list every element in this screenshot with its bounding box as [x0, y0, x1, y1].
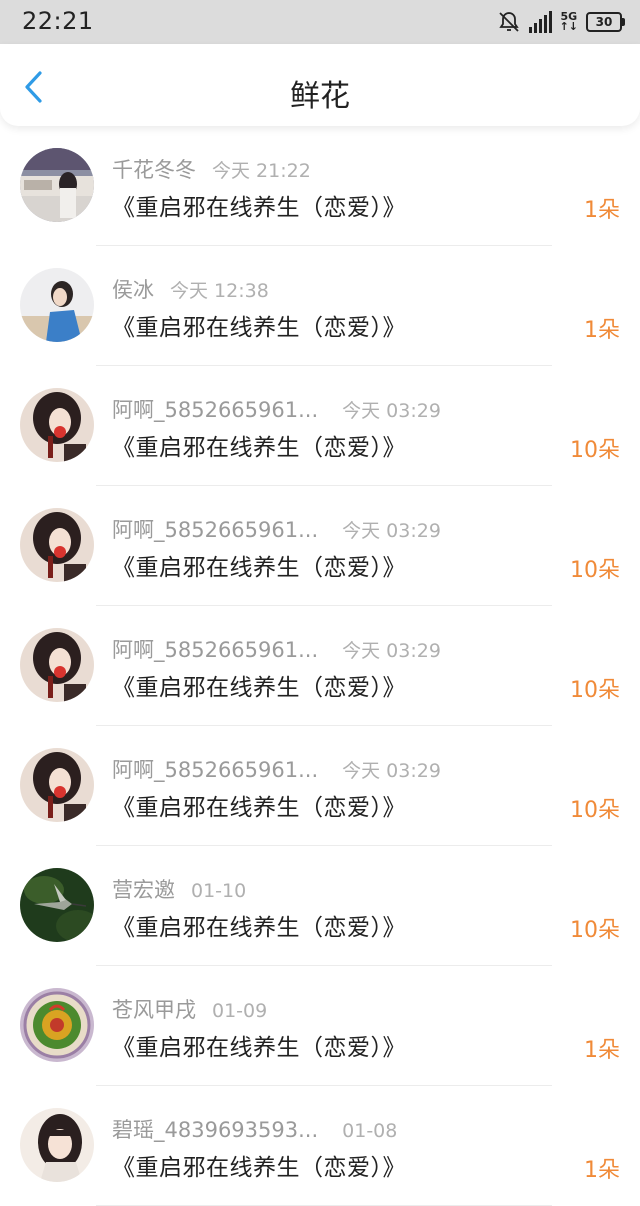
user-name[interactable]: 阿啊_5852665961... — [112, 634, 318, 664]
list-item[interactable]: 阿啊_5852665961... 今天 03:29 《重启邪在线养生（恋爱）》 1… — [0, 366, 640, 486]
navigation-bar: 鲜花 — [0, 44, 640, 126]
avatar[interactable] — [20, 988, 94, 1062]
user-name[interactable]: 侯冰 — [112, 274, 154, 304]
item-date: 今天 03:29 — [342, 520, 441, 542]
list-item[interactable]: 千花冬冬 今天 21:22 《重启邪在线养生（恋爱）》 1朵 — [0, 126, 640, 246]
flower-count: 1朵 — [584, 1158, 620, 1183]
item-meta: 侯冰 今天 12:38 — [112, 274, 269, 304]
item-meta: 阿啊_5852665961... 今天 03:29 — [112, 634, 441, 664]
avatar[interactable] — [20, 748, 94, 822]
avatar[interactable] — [20, 628, 94, 702]
status-time: 22:21 — [22, 7, 94, 35]
avatar[interactable] — [20, 868, 94, 942]
user-name[interactable]: 苍风甲戌 — [112, 994, 196, 1024]
signal-icon — [528, 11, 552, 33]
avatar[interactable] — [20, 388, 94, 462]
user-name[interactable]: 碧瑶_4839693593... — [112, 1114, 318, 1144]
status-bar: 22:21 5G ↑↓ 30 — [0, 0, 640, 44]
list-item[interactable]: 阿啊_5852665961... 今天 03:29 《重启邪在线养生（恋爱）》 1… — [0, 486, 640, 606]
avatar[interactable] — [20, 508, 94, 582]
status-icons: 5G ↑↓ 30 — [497, 9, 625, 35]
list-item[interactable]: 苍风甲戌 01-09 《重启邪在线养生（恋爱）》 1朵 — [0, 966, 640, 1086]
flower-count: 1朵 — [584, 198, 620, 223]
item-date: 01-09 — [212, 1000, 268, 1022]
user-name[interactable]: 千花冬冬 — [112, 154, 196, 184]
list-item[interactable]: 侯冰 今天 12:38 《重启邪在线养生（恋爱）》 1朵 — [0, 246, 640, 366]
book-title[interactable]: 《重启邪在线养生（恋爱）》 — [112, 668, 406, 702]
flower-count: 10朵 — [570, 918, 620, 943]
list-item[interactable]: 营宏邀 01-10 《重启邪在线养生（恋爱）》 10朵 — [0, 846, 640, 966]
list-item[interactable]: 碧瑶_4839693593... 01-08 《重启邪在线养生（恋爱）》 1朵 — [0, 1086, 640, 1206]
item-meta: 阿啊_5852665961... 今天 03:29 — [112, 394, 441, 424]
item-meta: 千花冬冬 今天 21:22 — [112, 154, 311, 184]
book-title[interactable]: 《重启邪在线养生（恋爱）》 — [112, 188, 406, 222]
item-date: 01-10 — [191, 880, 247, 902]
book-title[interactable]: 《重启邪在线养生（恋爱）》 — [112, 308, 406, 342]
user-name[interactable]: 阿啊_5852665961... — [112, 754, 318, 784]
book-title[interactable]: 《重启邪在线养生（恋爱）》 — [112, 1148, 406, 1182]
avatar[interactable] — [20, 1108, 94, 1182]
item-date: 01-08 — [342, 1120, 398, 1142]
avatar[interactable] — [20, 148, 94, 222]
list-item[interactable]: 阿啊_5852665961... 今天 03:29 《重启邪在线养生（恋爱）》 1… — [0, 726, 640, 846]
item-meta: 阿啊_5852665961... 今天 03:29 — [112, 514, 441, 544]
flower-count: 10朵 — [570, 678, 620, 703]
flower-count: 1朵 — [584, 318, 620, 343]
flower-count: 10朵 — [570, 558, 620, 583]
battery-icon: 30 — [586, 12, 625, 32]
book-title[interactable]: 《重启邪在线养生（恋爱）》 — [112, 548, 406, 582]
book-title[interactable]: 《重启邪在线养生（恋爱）》 — [112, 1028, 406, 1062]
item-meta: 阿啊_5852665961... 今天 03:29 — [112, 754, 441, 784]
flower-list: 千花冬冬 今天 21:22 《重启邪在线养生（恋爱）》 1朵 侯冰 今天 12:38… — [0, 126, 640, 1206]
book-title[interactable]: 《重启邪在线养生（恋爱）》 — [112, 908, 406, 942]
flower-count: 10朵 — [570, 798, 620, 823]
book-title[interactable]: 《重启邪在线养生（恋爱）》 — [112, 788, 406, 822]
item-meta: 营宏邀 01-10 — [112, 874, 246, 904]
book-title[interactable]: 《重启邪在线养生（恋爱）》 — [112, 428, 406, 462]
network-type: 5G ↑↓ — [559, 10, 578, 33]
list-item[interactable]: 阿啊_5852665961... 今天 03:29 《重启邪在线养生（恋爱）》 1… — [0, 606, 640, 726]
flower-count: 1朵 — [584, 1038, 620, 1063]
item-date: 今天 03:29 — [342, 400, 441, 422]
user-name[interactable]: 阿啊_5852665961... — [112, 394, 318, 424]
notifications-muted-icon — [498, 12, 519, 32]
item-date: 今天 21:22 — [212, 160, 311, 182]
item-meta: 碧瑶_4839693593... 01-08 — [112, 1114, 397, 1144]
flower-count: 10朵 — [570, 438, 620, 463]
user-name[interactable]: 阿啊_5852665961... — [112, 514, 318, 544]
page-title: 鲜花 — [290, 79, 350, 114]
item-date: 今天 03:29 — [342, 640, 441, 662]
item-meta: 苍风甲戌 01-09 — [112, 994, 267, 1024]
item-date: 今天 03:29 — [342, 760, 441, 782]
item-date: 今天 12:38 — [170, 280, 269, 302]
avatar[interactable] — [20, 268, 94, 342]
user-name[interactable]: 营宏邀 — [112, 874, 175, 904]
